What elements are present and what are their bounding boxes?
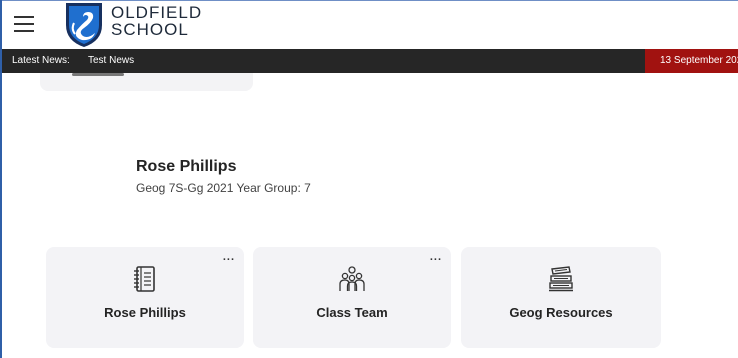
card-image-fragment bbox=[72, 73, 124, 76]
news-label: Latest News: bbox=[12, 55, 70, 66]
site-header: OLDFIELD SCHOOL bbox=[2, 1, 738, 48]
tile-label: Geog Resources bbox=[509, 305, 613, 320]
tile-rose-phillips[interactable]: ... Rose Phillips bbox=[46, 247, 244, 348]
notebook-icon bbox=[134, 266, 155, 292]
more-options-icon[interactable]: ... bbox=[223, 252, 235, 263]
tile-label: Class Team bbox=[316, 305, 388, 320]
school-crest-swan-icon[interactable] bbox=[64, 3, 104, 47]
people-group-icon bbox=[339, 266, 365, 291]
school-name-line2: SCHOOL bbox=[111, 20, 189, 39]
hamburger-menu-icon[interactable] bbox=[14, 16, 34, 32]
profile-name: Rose Phillips bbox=[136, 158, 237, 175]
news-date-text: 13 September 2021 bbox=[660, 55, 738, 66]
books-stack-icon bbox=[549, 266, 573, 292]
more-options-icon[interactable]: ... bbox=[430, 252, 442, 263]
school-name[interactable]: OLDFIELD SCHOOL bbox=[111, 4, 202, 38]
tile-label: Rose Phillips bbox=[104, 305, 186, 320]
news-item[interactable]: Test News bbox=[88, 55, 134, 66]
school-name-line1: OLDFIELD bbox=[111, 3, 203, 22]
previous-card-partial bbox=[40, 73, 253, 91]
tile-geog-resources[interactable]: Geog Resources bbox=[461, 247, 661, 348]
profile-details: Geog 7S-Gg 2021 Year Group: 7 bbox=[136, 181, 311, 195]
news-ticker-bar: Latest News: Test News 13 September 2021 bbox=[2, 49, 738, 73]
news-date-badge: 13 September 2021 bbox=[645, 49, 738, 73]
tile-class-team[interactable]: ... Class Team bbox=[253, 247, 451, 348]
